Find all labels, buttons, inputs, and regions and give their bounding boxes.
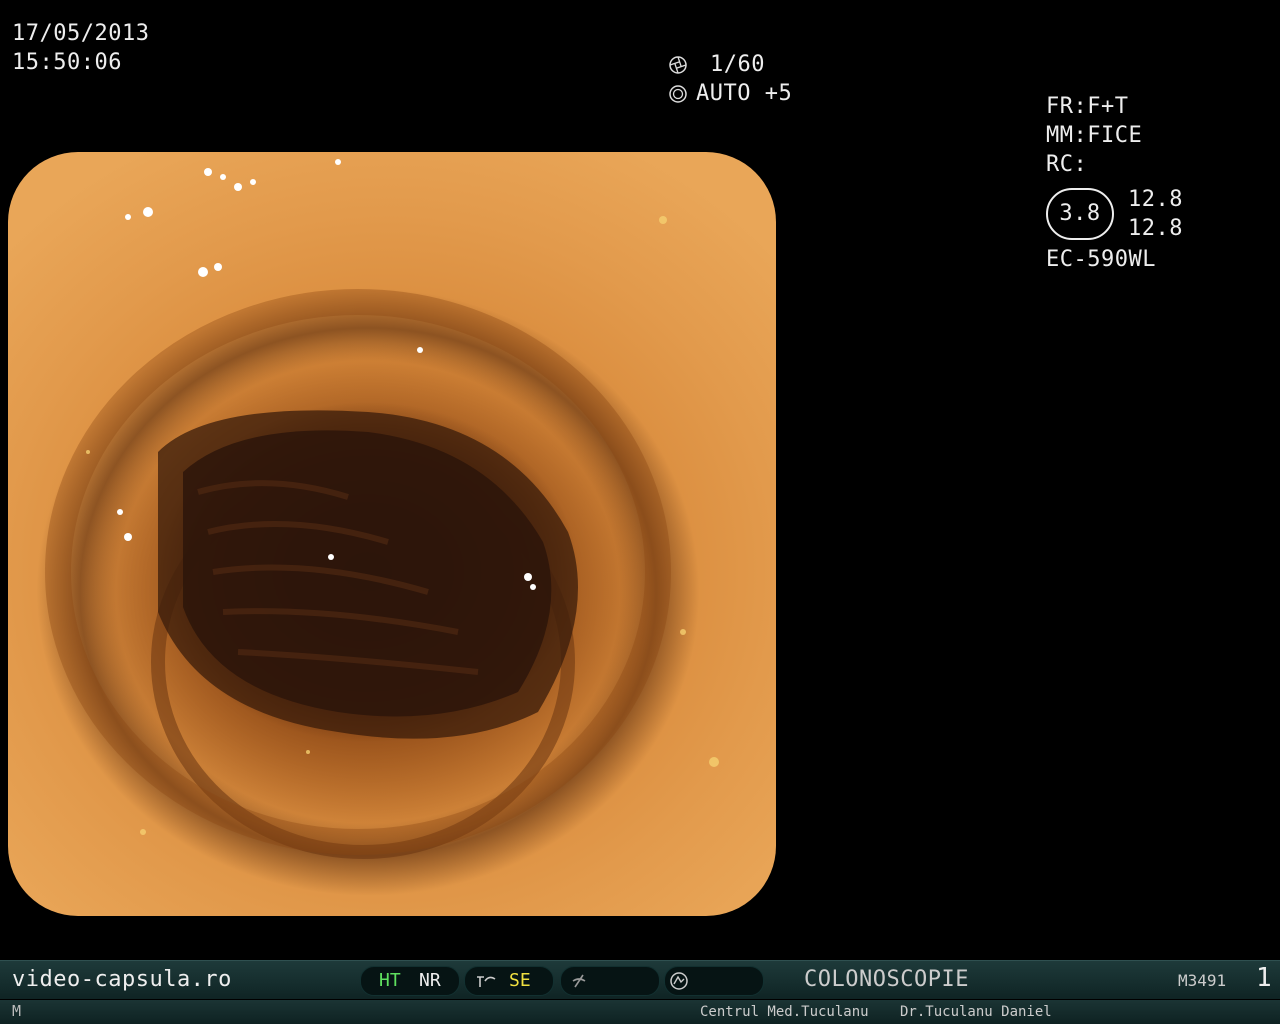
info-bar: M Centrul Med.Tuculanu Dr.Tuculanu Danie… xyxy=(0,1000,1280,1024)
mm-setting: MM:FICE xyxy=(1046,123,1143,148)
scope-model: EC-590WL xyxy=(1046,247,1156,272)
freeze-pill xyxy=(560,966,660,996)
code-label: M3491 xyxy=(1178,971,1227,990)
exposure-readout: 1/60 AUTO +5 xyxy=(668,50,792,108)
number-label: 1 xyxy=(1256,963,1272,993)
se-pill: SE xyxy=(464,966,554,996)
value-top: 12.8 xyxy=(1128,187,1183,212)
circle-indicator: 3.8 xyxy=(1046,188,1114,240)
shutter-value: 1/60 xyxy=(710,52,765,77)
fr-setting: FR:F+T xyxy=(1046,94,1129,119)
website-label: video-capsula.ro xyxy=(12,967,232,992)
date-text: 17/05/2013 xyxy=(12,21,150,46)
iris-icon xyxy=(669,84,687,103)
circle-value: 3.8 xyxy=(1059,201,1101,226)
enhancement-icon xyxy=(477,976,496,987)
date-time: 17/05/2013 15:50:06 xyxy=(12,19,149,77)
record-pill xyxy=(664,966,764,996)
settings-panel: FR:F+T MM:FICE RC: xyxy=(1046,92,1142,179)
endoscopic-texture xyxy=(45,159,719,859)
value-bottom: 12.8 xyxy=(1128,216,1183,241)
rc-setting: RC: xyxy=(1046,152,1088,177)
time-text: 15:50:06 xyxy=(12,50,122,75)
scale-values: 12.8 12.8 xyxy=(1128,185,1183,243)
doctor-label: Dr.Tuculanu Daniel xyxy=(900,1004,1052,1020)
status-bar: video-capsula.ro HT NR SE COLONOSCOPIE M… xyxy=(0,960,1280,999)
ht-nr-pill: HT NR xyxy=(360,966,460,996)
clinic-label: Centrul Med.Tuculanu xyxy=(700,1004,869,1020)
mode-label: M xyxy=(12,1002,22,1020)
record-icon xyxy=(670,972,688,990)
nr-indicator: NR xyxy=(419,970,441,991)
iris-value: AUTO +5 xyxy=(696,81,793,106)
ht-indicator: HT xyxy=(379,970,401,991)
se-indicator: SE xyxy=(509,970,531,991)
freeze-icon xyxy=(572,974,586,988)
endoscopic-image xyxy=(8,152,776,916)
procedure-label: COLONOSCOPIE xyxy=(804,967,969,992)
shutter-icon xyxy=(669,55,687,74)
